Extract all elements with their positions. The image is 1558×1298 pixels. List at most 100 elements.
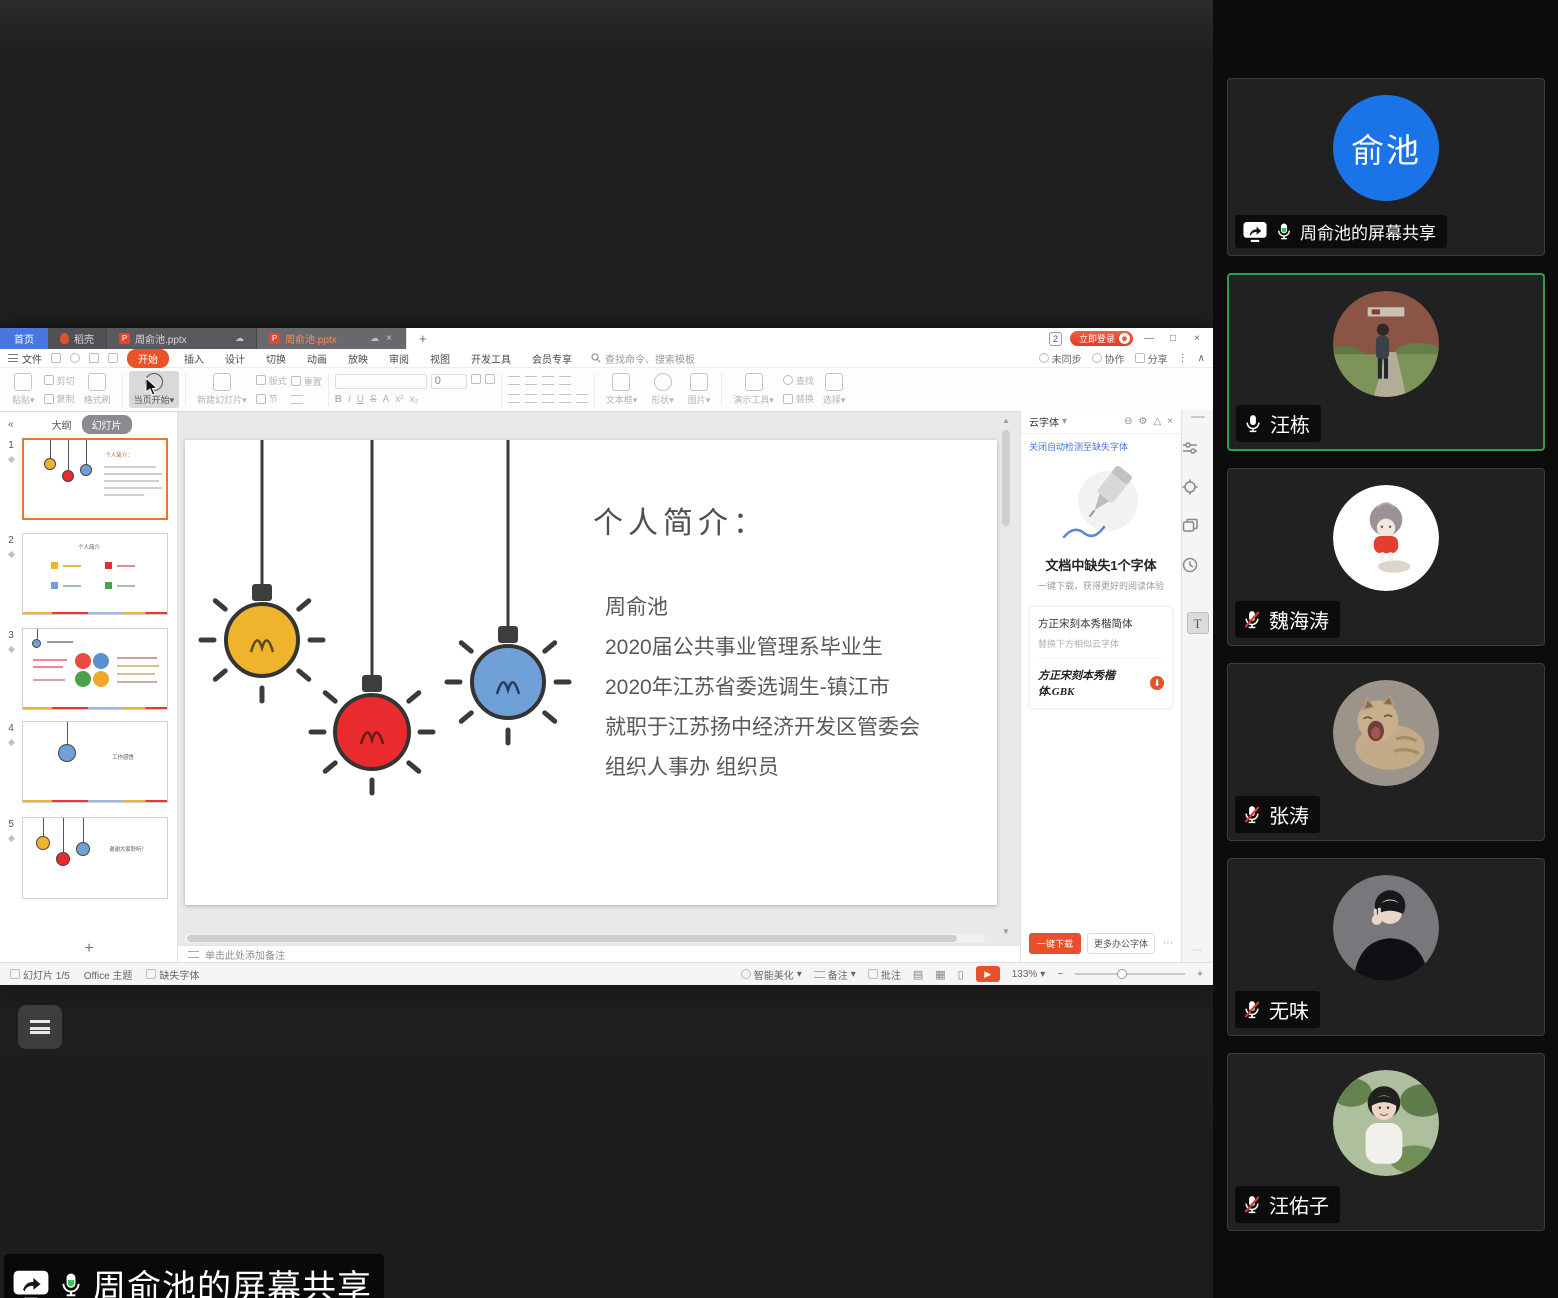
add-slide-button[interactable]: + — [0, 940, 178, 958]
menu-tab-transition[interactable]: 切换 — [260, 350, 292, 367]
participant-tile[interactable]: 无味 — [1227, 858, 1545, 1036]
minimize-panel-icon[interactable]: ⊖ — [1124, 416, 1132, 427]
collaborate-button[interactable]: 协作 — [1092, 351, 1125, 366]
comments-button[interactable]: 批注 — [868, 967, 901, 982]
command-search[interactable]: 查找命令、搜索模板 — [591, 351, 695, 366]
login-button[interactable]: 立即登录☻ — [1070, 331, 1133, 346]
window-count-badge[interactable]: 2 — [1049, 332, 1062, 346]
select-button[interactable]: 选择▾ — [818, 371, 851, 408]
menu-tab-review[interactable]: 审阅 — [383, 350, 415, 367]
picture-button[interactable]: 图片▾ — [683, 371, 716, 408]
close-button[interactable]: × — [1189, 333, 1205, 344]
slide-thumbnail-1[interactable]: 个人简介： — [22, 438, 168, 520]
play-from-current-button[interactable]: 当页开始▾ — [129, 371, 180, 408]
meeting-list-button[interactable] — [18, 1005, 62, 1049]
vertical-scrollbar[interactable]: ▲ ▼ — [1000, 416, 1012, 936]
zoom-slider[interactable] — [1075, 973, 1185, 975]
participant-tile[interactable]: 汪栋 — [1227, 273, 1545, 451]
notification-bell-icon[interactable]: △ — [1153, 416, 1161, 427]
participant-tile-sharer[interactable]: 俞池 周俞池的屏幕共享 — [1227, 78, 1545, 256]
slide-thumbnail-2[interactable]: 个人简介 — [22, 533, 168, 615]
windows-panel-icon[interactable] — [1182, 518, 1198, 534]
restore-button[interactable]: □ — [1165, 333, 1181, 344]
menu-tab-slideshow[interactable]: 放映 — [342, 350, 374, 367]
font-name-input[interactable] — [335, 374, 427, 389]
slideshow-play-button[interactable]: ▶ — [976, 966, 1000, 982]
tab-document-1[interactable]: P周俞池.pptx☁ — [106, 328, 256, 349]
copy-button[interactable]: 复制 — [44, 392, 75, 405]
current-slide[interactable]: 个人简介： 周俞池 2020届公共事业管理系毕业生 2020年江苏省委选调生-镇… — [185, 440, 997, 905]
file-menu[interactable]: 文件 — [8, 351, 42, 366]
theme-name[interactable]: Office 主题 — [84, 967, 133, 982]
menu-tab-home[interactable]: 开始 — [127, 349, 169, 368]
columns-icon[interactable] — [576, 394, 588, 403]
notes-bar[interactable]: 单击此处添加备注 — [178, 945, 1020, 962]
strike-button[interactable]: S — [370, 394, 377, 405]
horizontal-scrollbar[interactable] — [185, 934, 985, 943]
scroll-thumb[interactable] — [187, 935, 957, 942]
outline-tab[interactable]: 大纲 — [52, 417, 72, 432]
missing-font-status[interactable]: 缺失字体 — [159, 967, 199, 982]
panel-more-icon[interactable]: ⋯ — [1163, 938, 1173, 949]
zoom-out-button[interactable]: − — [1057, 969, 1063, 980]
more-fonts-button[interactable]: 更多办公字体 — [1087, 933, 1155, 954]
zoom-in-button[interactable]: + — [1197, 969, 1203, 980]
menu-tab-design[interactable]: 设计 — [219, 350, 251, 367]
new-slide-button[interactable]: 新建幻灯片▾ — [192, 371, 252, 408]
close-panel-icon[interactable]: × — [1167, 416, 1173, 427]
caret-down-icon[interactable]: ▾ — [1062, 416, 1067, 427]
line-spacing-icon[interactable] — [559, 376, 571, 385]
save-icon[interactable] — [51, 353, 61, 363]
italic-button[interactable]: I — [348, 394, 351, 405]
superscript-button[interactable]: x² — [395, 394, 403, 405]
subscript-button[interactable]: x₂ — [410, 394, 419, 405]
collapse-ribbon-icon[interactable]: ∧ — [1198, 353, 1205, 364]
menu-tab-insert[interactable]: 插入 — [178, 350, 210, 367]
slides-tab[interactable]: 幻灯片 — [82, 415, 132, 434]
justify-icon[interactable] — [559, 394, 571, 403]
undo-icon[interactable] — [89, 353, 99, 363]
cut-button[interactable]: 剪切 — [44, 374, 75, 387]
menu-tab-animation[interactable]: 动画 — [301, 350, 333, 367]
slide-thumbnail-3[interactable] — [22, 628, 168, 710]
participant-tile[interactable]: 张涛 — [1227, 663, 1545, 841]
tab-docer[interactable]: 稻壳 — [48, 328, 106, 349]
font-size-input[interactable]: 0 — [431, 374, 467, 389]
print-icon[interactable] — [70, 353, 80, 363]
zoom-slider-knob[interactable] — [1117, 969, 1127, 979]
sync-status[interactable]: 未同步 — [1039, 351, 1082, 366]
tab-home[interactable]: 首页 — [0, 328, 48, 349]
settings-gear-icon[interactable]: ⚙ — [1138, 416, 1147, 427]
assistant-icon[interactable] — [1182, 479, 1198, 495]
participant-tile[interactable]: 汪佑子 — [1227, 1053, 1545, 1231]
format-painter-button[interactable]: 格式刷 — [79, 371, 116, 408]
bullet-list-icon[interactable] — [508, 376, 520, 385]
reading-view-button[interactable]: ▯ — [958, 968, 964, 981]
disable-autodetect-link[interactable]: 关闭自动检测至缺失字体 — [1021, 434, 1181, 453]
minimize-button[interactable]: — — [1141, 333, 1157, 344]
more-menu-icon[interactable]: ⋮ — [1178, 353, 1188, 364]
history-clock-icon[interactable] — [1182, 557, 1198, 573]
font-color-button[interactable]: A — [383, 394, 390, 405]
slide-sorter-view-button[interactable]: ▦ — [935, 968, 945, 981]
new-tab-button[interactable]: + — [406, 328, 439, 349]
zoom-level[interactable]: 133%▾ — [1012, 969, 1046, 980]
align-center-icon[interactable] — [525, 394, 537, 403]
paste-button[interactable]: 粘贴▾ — [7, 371, 40, 408]
shape-button[interactable]: 形状▾ — [646, 371, 679, 408]
notes-toggle-button[interactable]: 备注▾ — [814, 967, 856, 982]
menu-tab-member[interactable]: 会员专享 — [526, 350, 578, 367]
bold-button[interactable]: B — [335, 394, 342, 405]
underline-button[interactable]: U — [357, 394, 364, 405]
beautify-button[interactable]: 智能美化▾ — [741, 967, 802, 982]
decrease-font-icon[interactable] — [485, 374, 495, 384]
share-button[interactable]: 分享 — [1135, 351, 1168, 366]
reset-button[interactable]: 重置 — [291, 375, 322, 388]
tab-document-2-active[interactable]: P周俞池.pptx☁× — [256, 328, 406, 349]
text-tool-button-active[interactable]: T — [1187, 612, 1209, 634]
layout-button[interactable]: 版式 — [256, 374, 287, 387]
normal-view-button[interactable]: ▤ — [913, 968, 923, 981]
increase-font-icon[interactable] — [471, 374, 481, 384]
align-right-icon[interactable] — [542, 394, 554, 403]
presentation-tools-button[interactable]: 演示工具▾ — [728, 371, 779, 408]
